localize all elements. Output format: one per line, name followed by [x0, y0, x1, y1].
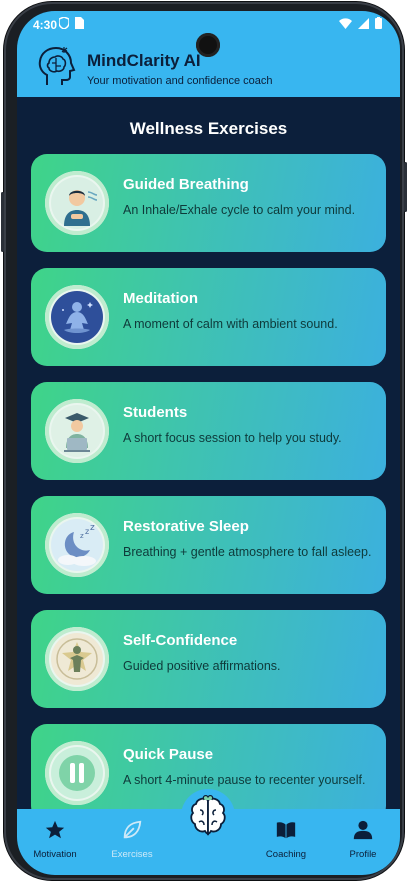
svg-text:z: z — [85, 527, 89, 536]
star-icon — [45, 820, 65, 839]
confident-person-icon — [45, 627, 109, 691]
nav-item-motivation[interactable]: Motivation — [20, 819, 90, 860]
svg-text:z: z — [90, 523, 95, 533]
nav-label: Coaching — [265, 849, 307, 860]
card-description: A short focus session to help you study. — [123, 431, 342, 445]
app-subtitle: Your motivation and confidence coach — [87, 75, 273, 87]
student-icon — [45, 399, 109, 463]
svg-text:z: z — [80, 532, 84, 540]
front-camera — [196, 33, 220, 57]
card-title: Restorative Sleep — [123, 518, 249, 535]
exercise-card-guided-breathing[interactable]: Guided Breathing An Inhale/Exhale cycle … — [31, 154, 386, 252]
book-icon — [276, 822, 296, 839]
nav-label: Exercises — [111, 849, 153, 860]
card-description: A moment of calm with ambient sound. — [123, 317, 338, 331]
moon-sleep-icon: z z z — [45, 513, 109, 577]
meditation-icon — [45, 285, 109, 349]
bottom-nav: Motivation Exercises Coaching Profile — [17, 789, 400, 875]
breathing-person-icon — [45, 171, 109, 235]
head-brain-logo-icon — [38, 46, 76, 85]
brain-icon — [190, 794, 226, 836]
signal-icon — [358, 17, 369, 29]
sim-card-icon — [75, 17, 84, 29]
card-title: Meditation — [123, 290, 198, 307]
nav-label: Profile — [349, 849, 377, 860]
nav-item-exercises[interactable]: Exercises — [97, 819, 167, 860]
exercise-card-meditation[interactable]: Meditation A moment of calm with ambient… — [31, 268, 386, 366]
shield-icon — [59, 17, 69, 29]
phone-frame: 4:30 MindClarity AI Your motivation and … — [1, 2, 407, 880]
card-title: Quick Pause — [123, 746, 214, 763]
power-button — [404, 162, 407, 212]
card-title: Guided Breathing — [123, 176, 249, 193]
nav-center-button[interactable] — [181, 789, 235, 843]
volume-button — [1, 192, 4, 252]
card-description: A short 4-minute pause to recenter yours… — [123, 773, 366, 787]
battery-icon — [375, 17, 382, 29]
wifi-icon — [339, 17, 352, 29]
status-time: 4:30 — [33, 18, 58, 32]
leaf-icon — [123, 820, 142, 839]
exercise-card-restorative-sleep[interactable]: z z z Restorative Sleep Breathing + gent… — [31, 496, 386, 594]
nav-item-coaching[interactable]: Coaching — [251, 819, 321, 860]
app-title: MindClarity AI — [87, 51, 201, 70]
card-title: Self-Confidence — [123, 632, 238, 649]
card-description: An Inhale/Exhale cycle to calm your mind… — [123, 203, 356, 217]
section-title: Wellness Exercises — [129, 119, 288, 138]
nav-item-profile[interactable]: Profile — [328, 819, 398, 860]
nav-label: Motivation — [33, 849, 77, 860]
exercise-card-students[interactable]: Students A short focus session to help y… — [31, 382, 386, 480]
exercise-card-self-confidence[interactable]: Self-Confidence Guided positive affirmat… — [31, 610, 386, 708]
screen: 4:30 MindClarity AI Your motivation and … — [17, 11, 400, 875]
card-title: Students — [123, 404, 188, 421]
card-description: Guided positive affirmations. — [123, 659, 281, 673]
person-icon — [353, 820, 373, 840]
pause-icon — [45, 741, 109, 805]
card-description: Breathing + gentle atmosphere to fall as… — [123, 545, 372, 559]
